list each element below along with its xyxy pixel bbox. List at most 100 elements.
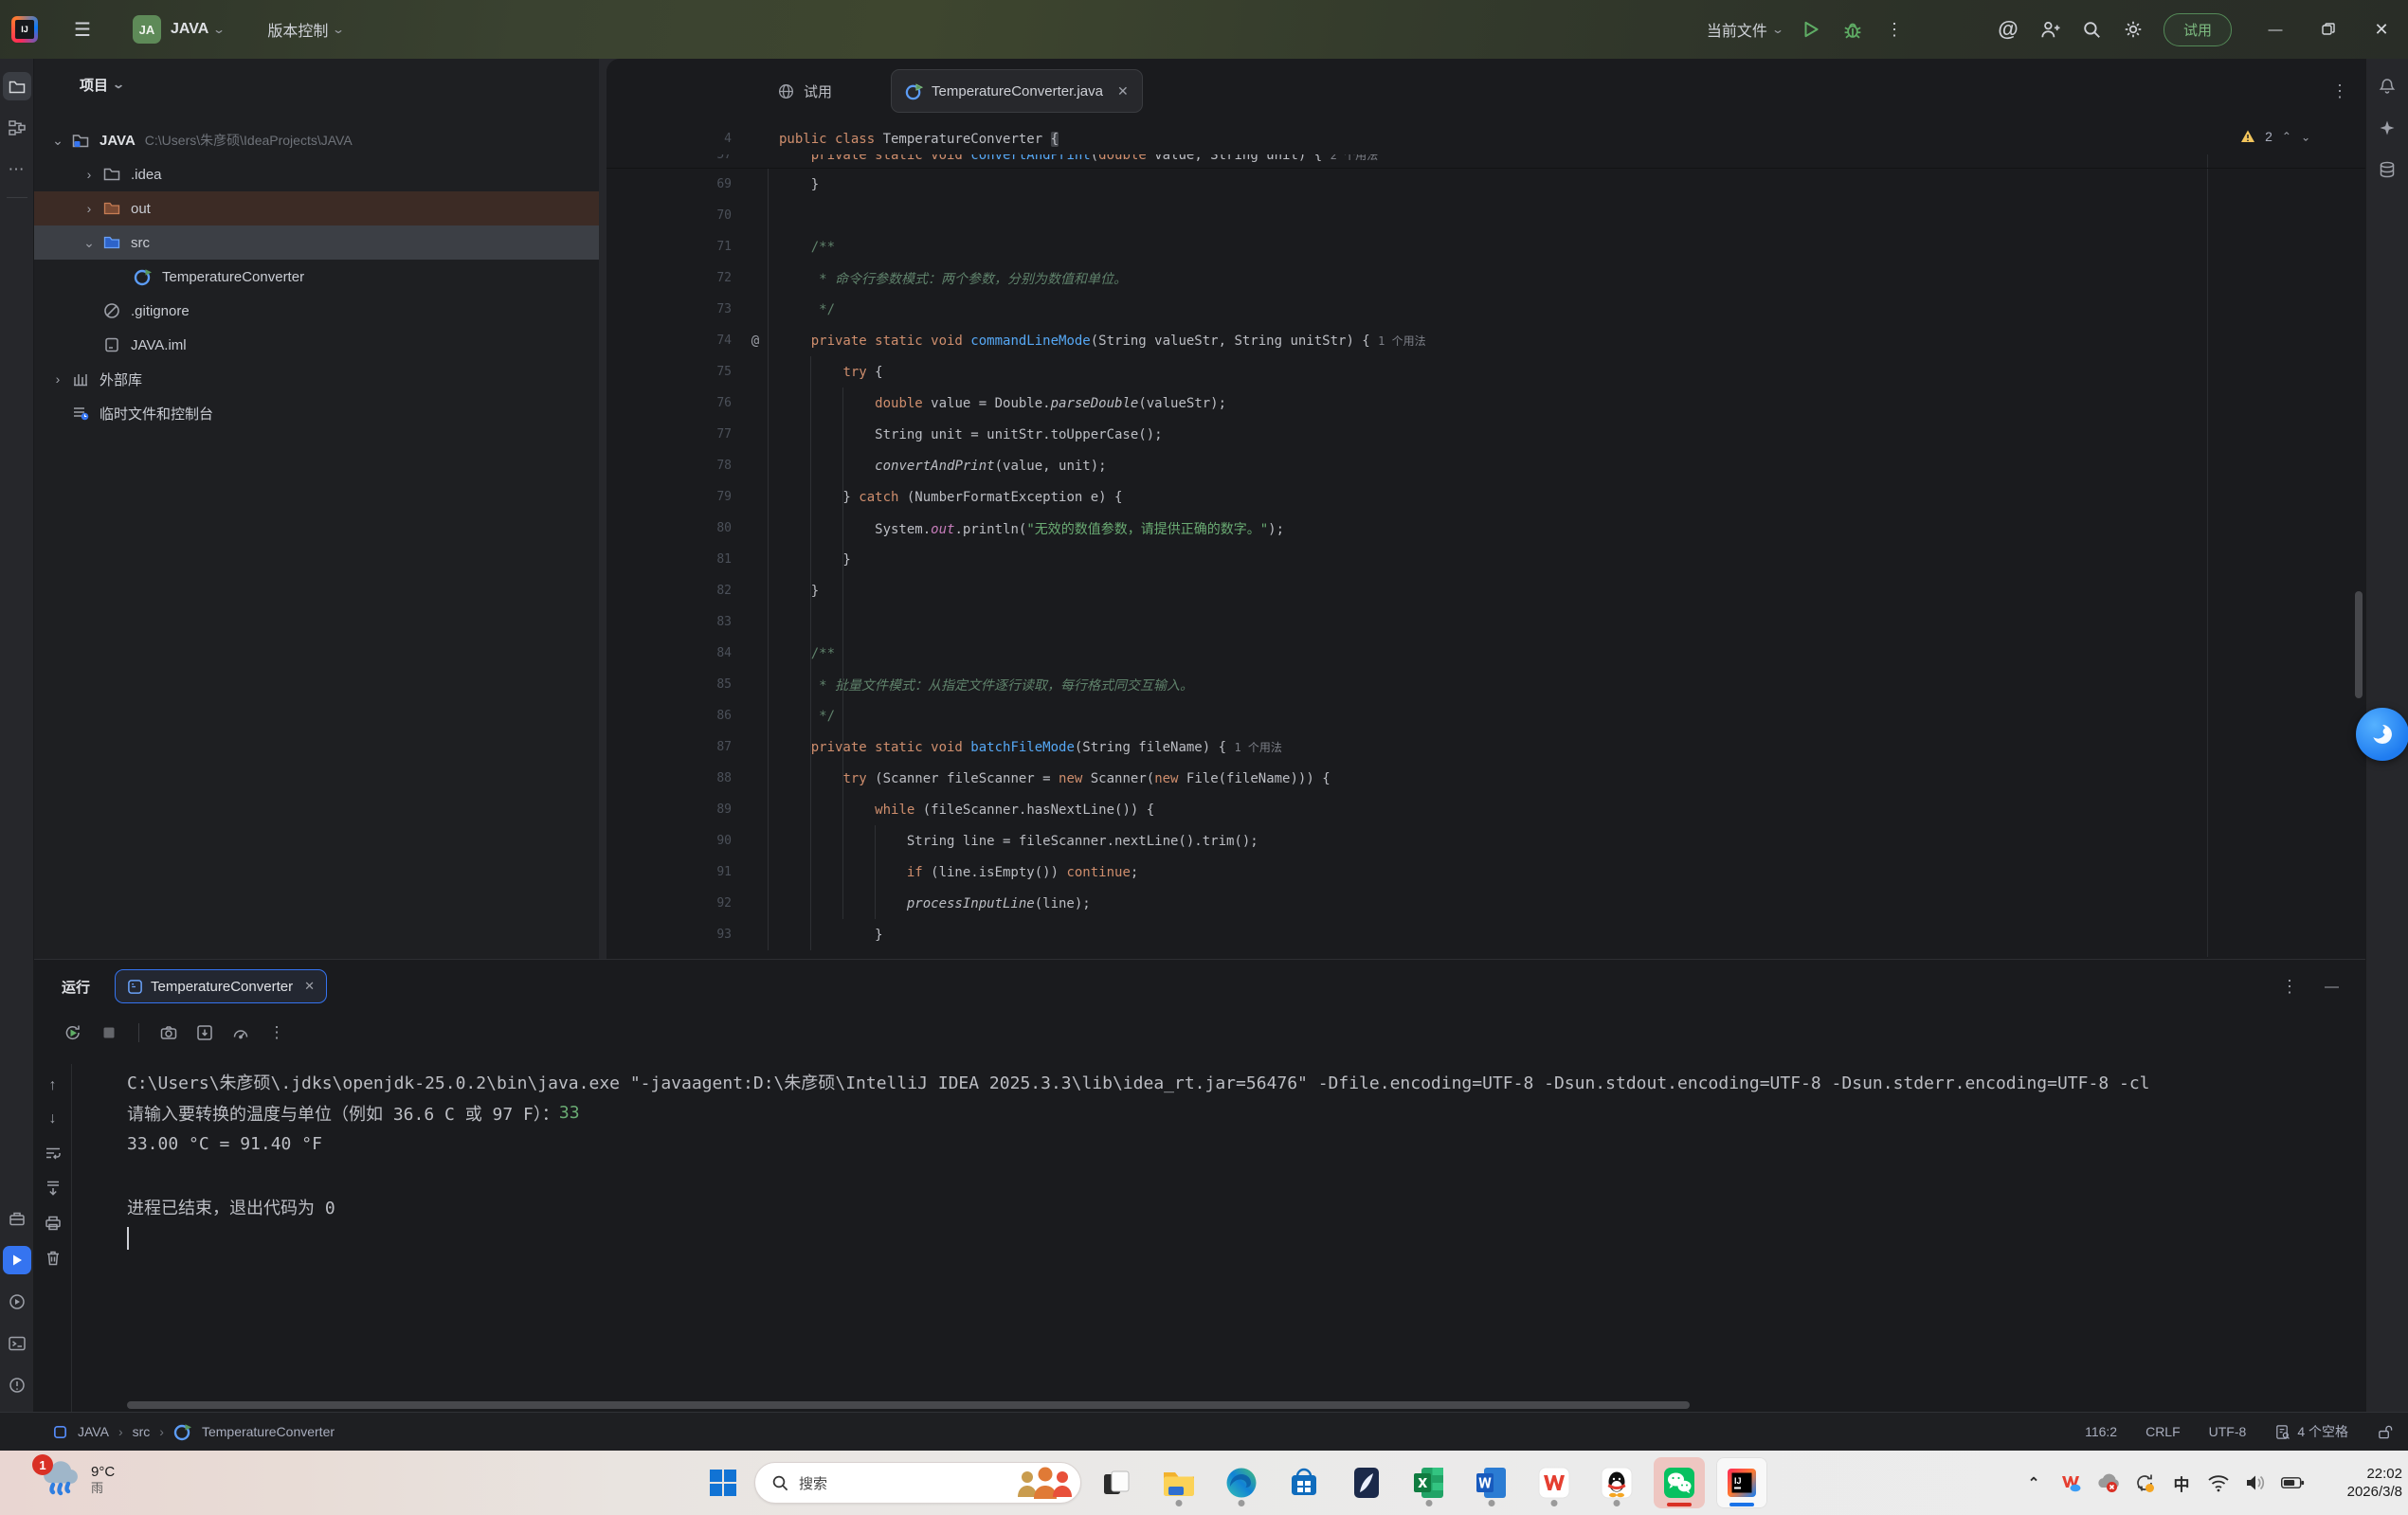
tab-options-icon[interactable]: ⋮ <box>2331 81 2348 101</box>
code-line-79[interactable]: 79 } catch (NumberFormatException e) { <box>607 481 2365 513</box>
floating-assistant-button[interactable] <box>2356 708 2408 761</box>
line-ending[interactable]: CRLF <box>2145 1424 2181 1439</box>
problems-icon[interactable] <box>3 1371 31 1399</box>
taskbar-ms-store[interactable] <box>1278 1457 1330 1508</box>
file-encoding[interactable]: UTF-8 <box>2209 1424 2247 1439</box>
tree-item-TemperatureConverter[interactable]: TemperatureConverter <box>34 260 599 294</box>
tree-item-src[interactable]: ⌄src <box>34 225 599 260</box>
import-test-result-icon[interactable] <box>192 1023 217 1042</box>
code-line-73[interactable]: 73 */ <box>607 294 2365 325</box>
chevron-expanded-icon[interactable]: ⌄ <box>77 235 101 251</box>
console-horizontal-scrollbar[interactable] <box>127 1401 1690 1409</box>
code-line-87[interactable]: 87 private static void batchFileMode(Str… <box>607 731 2365 763</box>
window-minimize-button[interactable]: — <box>2249 0 2302 59</box>
run-button[interactable] <box>1790 0 1832 59</box>
code-line-90[interactable]: 90 String line = fileScanner.nextLine().… <box>607 825 2365 857</box>
next-warning-icon[interactable]: ⌃ <box>2301 130 2310 143</box>
scroll-down-icon[interactable]: ↓ <box>41 1110 65 1127</box>
structure-icon[interactable] <box>3 114 31 142</box>
close-tab-icon[interactable]: ✕ <box>1117 83 1129 99</box>
taskbar-excel[interactable] <box>1403 1457 1455 1508</box>
prev-warning-icon[interactable]: ⌃ <box>2282 130 2291 143</box>
window-maximize-button[interactable] <box>2302 0 2355 59</box>
code-line-69[interactable]: 69 } <box>607 169 2365 200</box>
debug-button[interactable] <box>1832 0 1874 59</box>
build-icon[interactable] <box>3 1204 31 1233</box>
project-icon[interactable] <box>3 72 31 100</box>
search-icon[interactable] <box>2071 0 2112 59</box>
project-avatar[interactable]: JA <box>133 15 161 44</box>
code-line-80[interactable]: 80 System.out.println("无效的数值参数，请提供正确的数字。… <box>607 513 2365 544</box>
code-line-71[interactable]: 71 /** <box>607 231 2365 262</box>
taskbar-wps[interactable] <box>1529 1457 1580 1508</box>
code-line-84[interactable]: 84 /** <box>607 638 2365 669</box>
code-line-88[interactable]: 88 try (Scanner fileScanner = new Scanne… <box>607 763 2365 794</box>
taskbar-idea[interactable]: IJ <box>1716 1457 1767 1508</box>
breadcrumb-item[interactable]: TemperatureConverter <box>202 1424 335 1439</box>
lock-icon[interactable] <box>2377 1424 2393 1440</box>
code-line-91[interactable]: 91 if (line.isEmpty()) continue; <box>607 857 2365 888</box>
tree-item-临时文件和控制台[interactable]: 临时文件和控制台 <box>34 396 599 430</box>
run-panel-options-icon[interactable]: ⋮ <box>2281 977 2298 997</box>
print-icon[interactable] <box>41 1214 65 1233</box>
code-line-74[interactable]: 74@ private static void commandLineMode(… <box>607 325 2365 356</box>
hide-panel-icon[interactable]: — <box>2325 979 2339 995</box>
code-line-72[interactable]: 72 * 命令行参数模式：两个参数，分别为数值和单位。 <box>607 262 2365 294</box>
code-line-93[interactable]: 93 } <box>607 919 2365 950</box>
run-panel-title[interactable]: 运行 <box>62 977 90 997</box>
search-box[interactable]: 搜索 <box>754 1462 1081 1504</box>
profiler-icon[interactable] <box>228 1023 253 1042</box>
tree-item-.idea[interactable]: ›.idea <box>34 157 599 191</box>
tree-item-JAVA.iml[interactable]: JAVA.iml <box>34 328 599 362</box>
stop-icon[interactable] <box>97 1024 121 1041</box>
more-actions-icon[interactable]: ⋮ <box>1874 0 1915 59</box>
run-tab-temperatureconverter[interactable]: TemperatureConverter ✕ <box>115 969 327 1003</box>
editor-area[interactable]: 试用 TemperatureConverter.java ✕ ⋮ 4public… <box>607 59 2365 959</box>
tree-item-JAVA[interactable]: ⌄JAVAC:\Users\朱彦硕\IdeaProjects\JAVA <box>34 123 599 157</box>
tree-item-外部库[interactable]: ›外部库 <box>34 362 599 396</box>
breadcrumb-item[interactable]: src <box>133 1424 151 1439</box>
code-line-81[interactable]: 81 } <box>607 544 2365 575</box>
chevron-collapsed-icon[interactable]: › <box>45 371 70 387</box>
chevron-collapsed-icon[interactable]: › <box>77 167 101 182</box>
taskbar-wechat[interactable] <box>1654 1457 1705 1508</box>
console-output[interactable]: C:\Users\朱彦硕\.jdks\openjdk-25.0.2\bin\ja… <box>127 1066 2346 1222</box>
editor-scrollbar[interactable] <box>2355 591 2363 698</box>
indent-setting[interactable]: 4 个空格 <box>2274 1422 2348 1441</box>
project-panel-title[interactable]: 项目 <box>80 75 108 95</box>
scroll-to-end-icon[interactable] <box>41 1179 65 1198</box>
soft-wrap-icon[interactable] <box>41 1144 65 1163</box>
volume-icon[interactable] <box>2243 1470 2268 1495</box>
code-line-85[interactable]: 85 * 批量文件模式：从指定文件逐行读取，每行格式同交互输入。 <box>607 669 2365 700</box>
caret-position[interactable]: 116:2 <box>2085 1424 2117 1439</box>
vcs-menu[interactable]: 版本控制 <box>267 18 328 41</box>
more-icon[interactable]: ⋮ <box>264 1023 289 1042</box>
screenshot-icon[interactable] <box>156 1023 181 1042</box>
wps-cloud-icon[interactable] <box>2058 1470 2083 1495</box>
code-line-70[interactable]: 70 <box>607 200 2365 231</box>
code-line-77[interactable]: 77 String unit = unitStr.toUpperCase(); <box>607 419 2365 450</box>
code-line-82[interactable]: 82 } <box>607 575 2365 606</box>
run-config-selector[interactable]: 当前文件⌄ <box>1707 18 1783 41</box>
run-icon[interactable] <box>3 1246 31 1274</box>
code-line-86[interactable]: 86 */ <box>607 700 2365 731</box>
close-run-tab-icon[interactable]: ✕ <box>304 979 315 994</box>
battery-icon[interactable] <box>2280 1470 2305 1495</box>
code-line-89[interactable]: 89 while (fileScanner.hasNextLine()) { <box>607 794 2365 825</box>
add-user-icon[interactable] <box>2029 0 2071 59</box>
cloud-error-icon[interactable] <box>2095 1470 2120 1495</box>
code-line-76[interactable]: 76 double value = Double.parseDouble(val… <box>607 388 2365 419</box>
chevron-collapsed-icon[interactable]: › <box>77 201 101 216</box>
taskbar-task-view[interactable] <box>1091 1457 1142 1508</box>
sync-icon[interactable] <box>2132 1470 2157 1495</box>
notifications-icon[interactable] <box>2373 72 2401 100</box>
system-clock[interactable]: 22:022026/3/8 <box>2321 1465 2402 1501</box>
ime-icon[interactable]: 中 <box>2169 1470 2194 1495</box>
wifi-icon[interactable] <box>2206 1470 2231 1495</box>
settings-gear-icon[interactable] <box>2112 0 2154 59</box>
code-line-78[interactable]: 78 convertAndPrint(value, unit); <box>607 450 2365 481</box>
start-button[interactable] <box>701 1461 745 1505</box>
sticky-line[interactable]: 4public class TemperatureConverter { <box>607 123 2365 154</box>
code-line-4[interactable]: 4public class TemperatureConverter { <box>607 123 2365 154</box>
tree-item-.gitignore[interactable]: .gitignore <box>34 294 599 328</box>
